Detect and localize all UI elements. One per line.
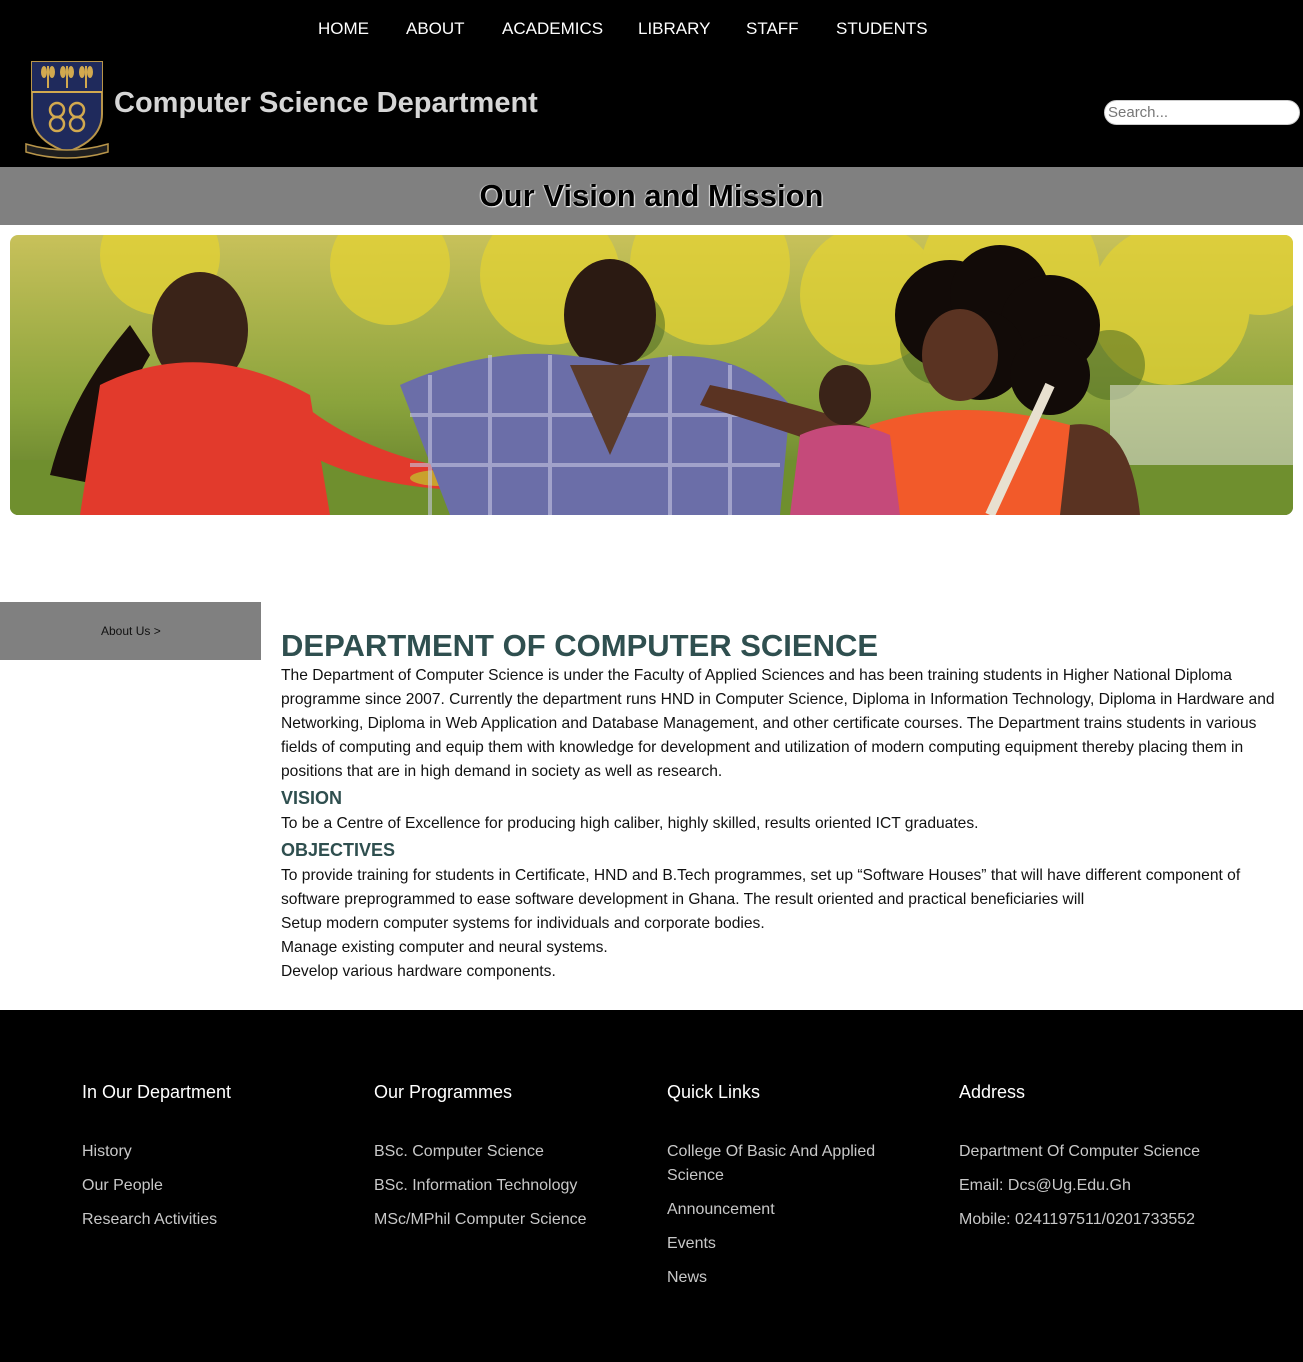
footer-column-programmes: Our Programmes BSc. Computer Science BSc…: [374, 1080, 614, 1242]
page-title-band: Our Vision and Mission: [0, 167, 1303, 225]
footer-mobile: Mobile: 0241197511/0201733552: [959, 1211, 1196, 1228]
nav-home[interactable]: HOME: [318, 18, 369, 40]
nav-library[interactable]: LIBRARY: [638, 18, 710, 40]
footer-heading: Quick Links: [667, 1082, 761, 1102]
footer-column-quick-links: Quick Links College Of Basic And Applied…: [667, 1080, 897, 1300]
footer-heading: In Our Department: [82, 1082, 232, 1102]
objectives-list-item: Manage existing computer and neural syst…: [281, 939, 608, 956]
objectives-heading: OBJECTIVES: [281, 840, 396, 860]
nav-about[interactable]: ABOUT: [406, 18, 465, 40]
objectives-list-item: Develop various hardware components.: [281, 963, 556, 980]
page-title: Our Vision and Mission: [479, 178, 824, 213]
footer-link-our-people[interactable]: Our People: [82, 1174, 322, 1198]
footer-column-address: Address Department Of Computer Science E…: [959, 1080, 1259, 1242]
site-footer: In Our Department History Our People Res…: [0, 1010, 1303, 1362]
sidebar-item-about-us[interactable]: About Us >: [101, 624, 161, 638]
sidebar: About Us >: [0, 602, 261, 660]
nav-staff[interactable]: STAFF: [746, 18, 799, 40]
footer-link-bsc-information-technology[interactable]: BSc. Information Technology: [374, 1174, 614, 1198]
footer-column-department: In Our Department History Our People Res…: [82, 1080, 322, 1242]
vision-text: To be a Centre of Excellence for produci…: [281, 815, 979, 832]
footer-link-college[interactable]: College Of Basic And Applied Science: [667, 1140, 897, 1188]
vision-heading: VISION: [281, 788, 343, 808]
department-intro: The Department of Computer Science is un…: [281, 667, 1275, 780]
footer-link-research-activities[interactable]: Research Activities: [82, 1208, 322, 1232]
footer-link-events[interactable]: Events: [667, 1232, 897, 1256]
site-header: HOME ABOUT ACADEMICS LIBRARY STAFF STUDE…: [0, 0, 1303, 167]
footer-email[interactable]: Email: Dcs@Ug.Edu.Gh: [959, 1174, 1259, 1198]
footer-link-announcement[interactable]: Announcement: [667, 1198, 897, 1222]
footer-link-news[interactable]: News: [667, 1266, 897, 1290]
objectives-list-item: Setup modern computer systems for indivi…: [281, 915, 765, 932]
footer-link-bsc-computer-science[interactable]: BSc. Computer Science: [374, 1140, 614, 1164]
site-title[interactable]: Computer Science Department: [114, 86, 538, 120]
university-crest-icon[interactable]: [24, 56, 110, 160]
nav-academics[interactable]: ACADEMICS: [502, 18, 603, 40]
hero-image: [10, 235, 1293, 515]
footer-link-history[interactable]: History: [82, 1140, 322, 1164]
top-navigation: HOME ABOUT ACADEMICS LIBRARY STAFF STUDE…: [0, 18, 1303, 42]
department-heading: DEPARTMENT OF COMPUTER SCIENCE: [281, 628, 879, 663]
footer-link-msc-mphil-computer-science[interactable]: MSc/MPhil Computer Science: [374, 1208, 614, 1232]
nav-students[interactable]: STUDENTS: [836, 18, 928, 40]
footer-heading: Our Programmes: [374, 1082, 513, 1102]
footer-address-line: Department Of Computer Science: [959, 1143, 1200, 1160]
objectives-text: To provide training for students in Cert…: [281, 867, 1241, 908]
search-input[interactable]: [1104, 100, 1300, 125]
main-content: DEPARTMENT OF COMPUTER SCIENCE The Depar…: [281, 628, 1281, 984]
footer-heading: Address: [959, 1082, 1026, 1102]
